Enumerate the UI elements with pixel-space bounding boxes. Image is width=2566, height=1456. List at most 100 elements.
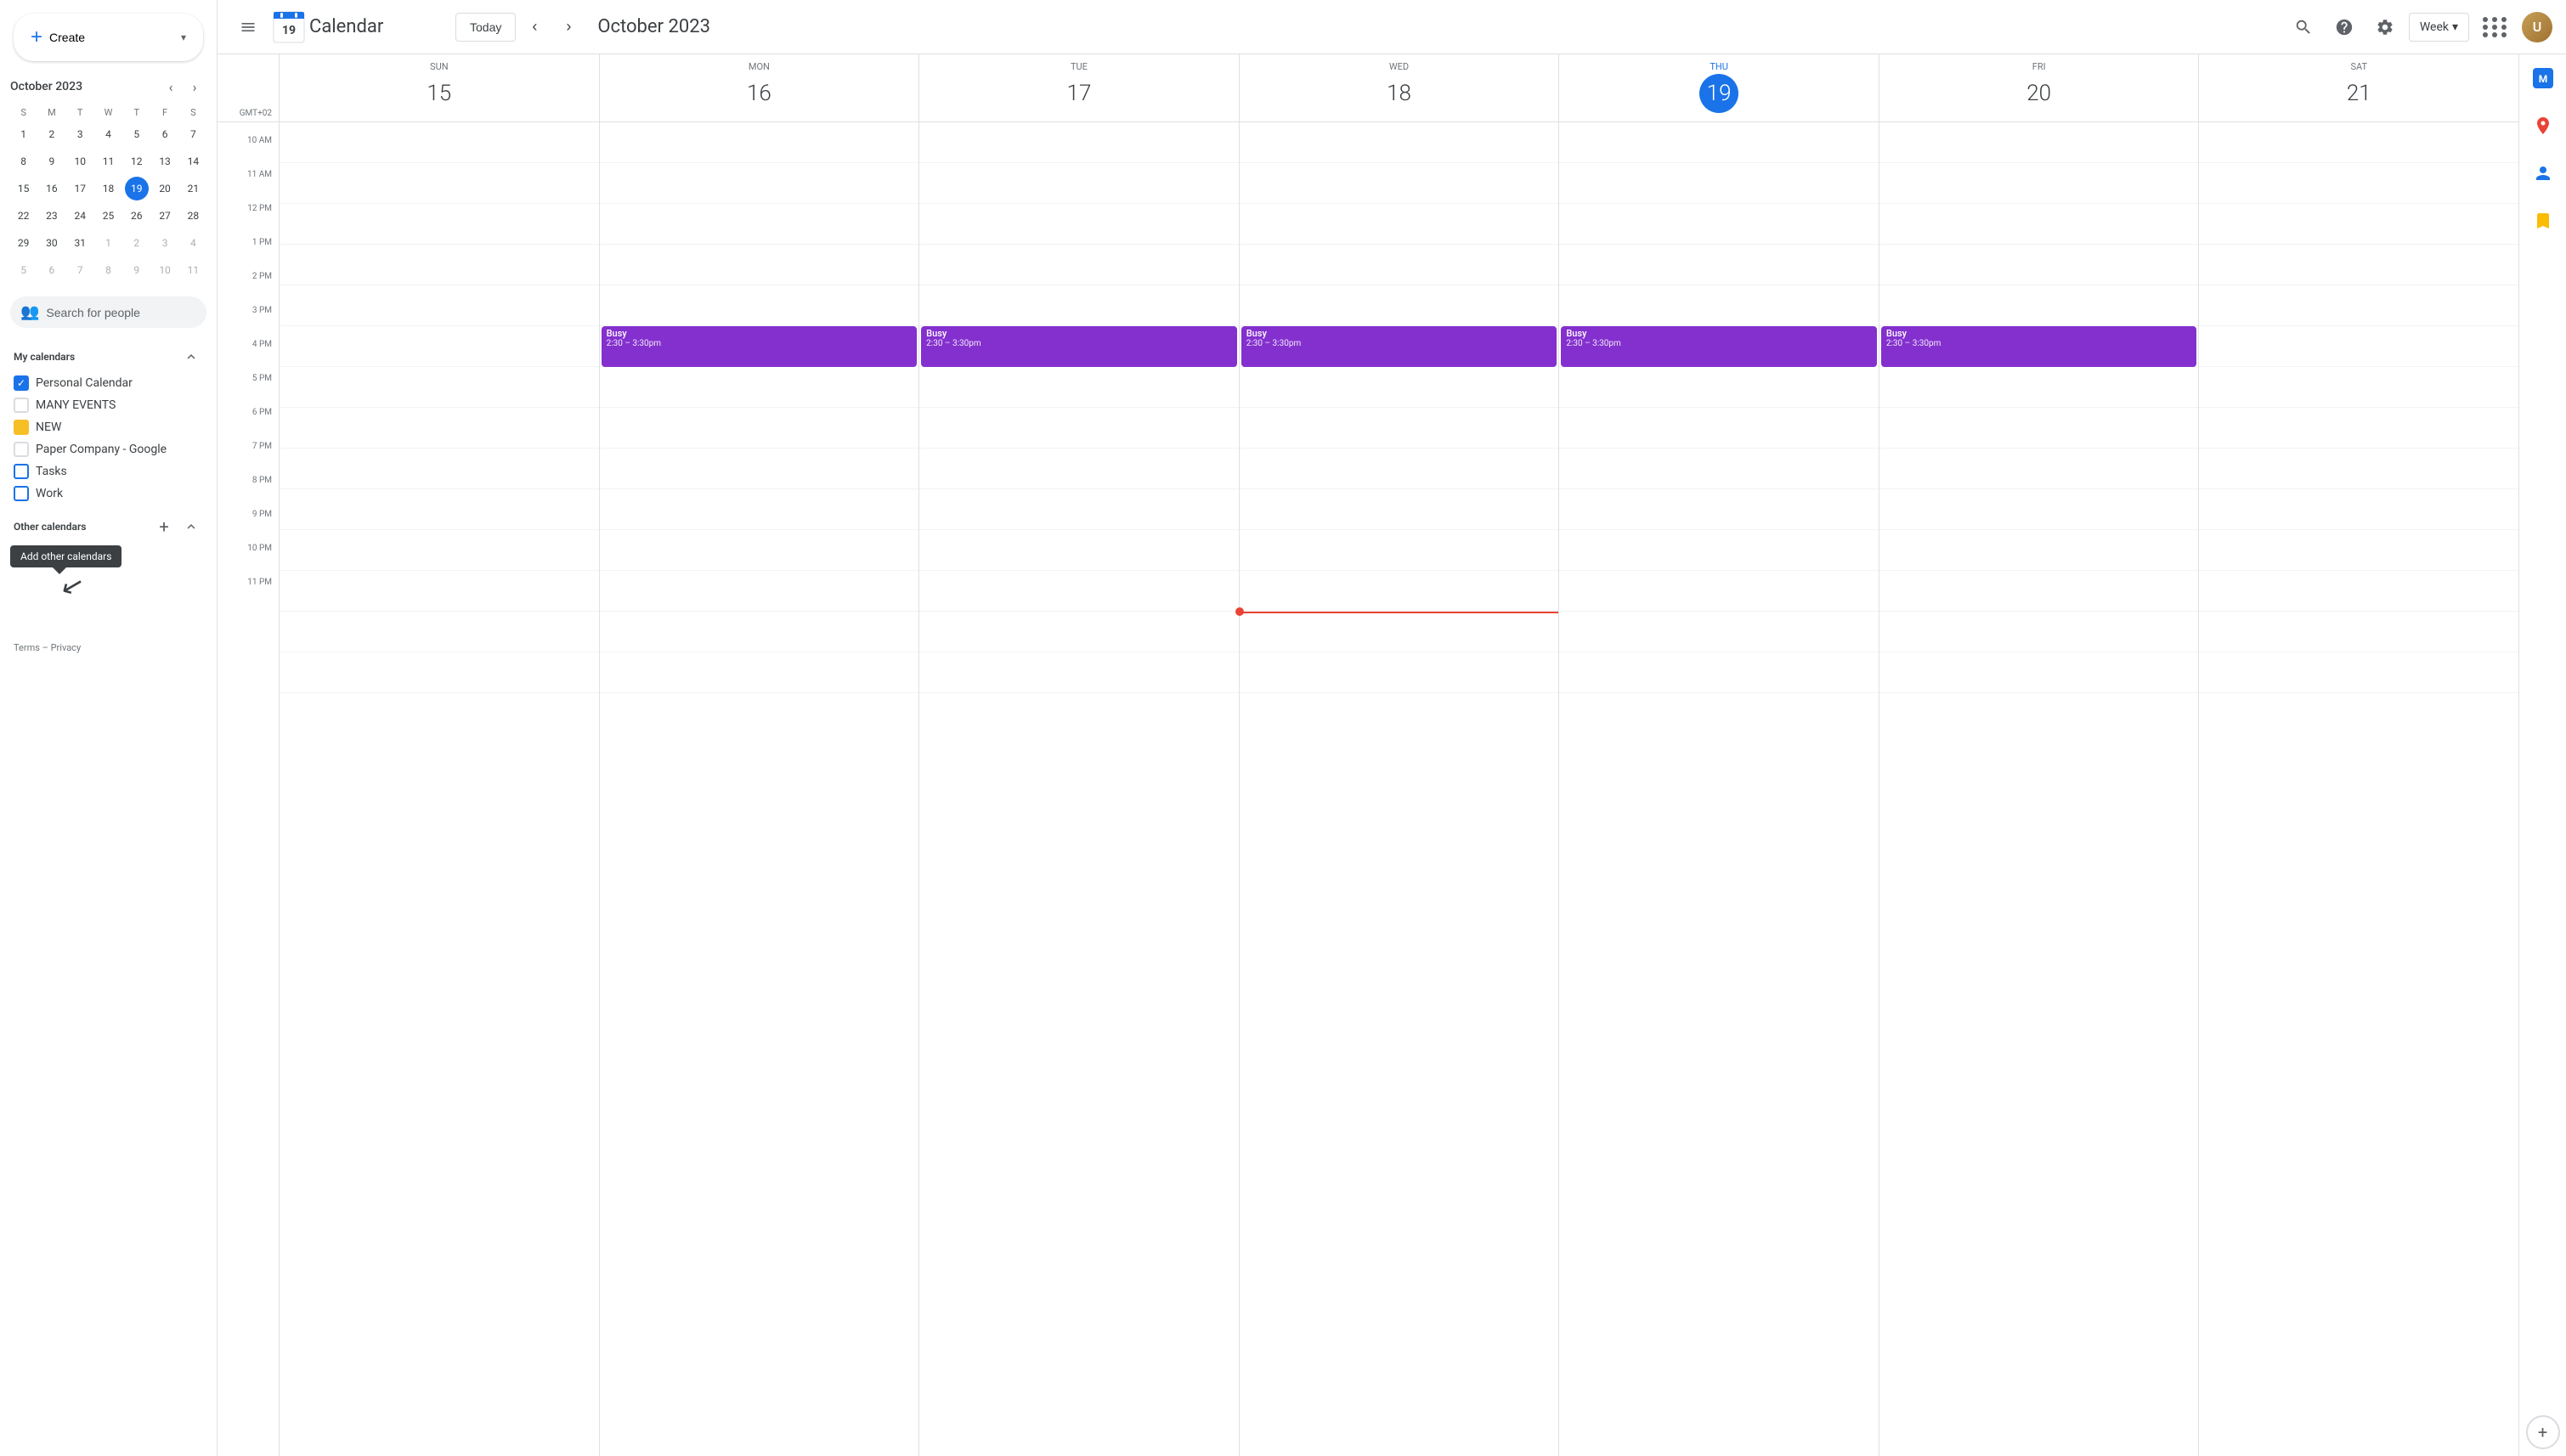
- terms-link[interactable]: Terms: [14, 642, 40, 653]
- mini-day[interactable]: 29: [12, 231, 36, 255]
- view-chevron-icon: ▾: [2452, 20, 2458, 34]
- mini-day[interactable]: 5: [12, 258, 36, 282]
- mini-day[interactable]: 4: [96, 122, 120, 146]
- mini-day[interactable]: 2: [40, 122, 64, 146]
- calendar-checkbox[interactable]: [14, 486, 29, 501]
- hamburger-menu[interactable]: [231, 10, 265, 44]
- day-header-tue[interactable]: TUE 17: [918, 54, 1239, 121]
- mini-day[interactable]: 3: [153, 231, 177, 255]
- calendar-checkbox[interactable]: ✓: [14, 375, 29, 391]
- calendar-item-paper[interactable]: Paper Company - Google: [0, 438, 217, 460]
- contacts-icon[interactable]: [2526, 156, 2560, 190]
- mini-day[interactable]: 23: [40, 204, 64, 228]
- privacy-link[interactable]: Privacy: [51, 642, 82, 653]
- mini-day-today[interactable]: 19: [125, 177, 149, 200]
- mini-day[interactable]: 10: [68, 150, 92, 173]
- user-avatar[interactable]: U: [2522, 12, 2552, 42]
- calendar-item-new[interactable]: NEW: [0, 416, 217, 438]
- calendar-item-work[interactable]: Work: [0, 483, 217, 505]
- calendar-label: NEW: [36, 420, 61, 434]
- view-selector[interactable]: Week ▾: [2409, 13, 2469, 42]
- mini-day[interactable]: 24: [68, 204, 92, 228]
- mini-day[interactable]: 25: [96, 204, 120, 228]
- mini-day[interactable]: 14: [181, 150, 205, 173]
- prev-week-button[interactable]: ‹: [519, 12, 550, 42]
- day-header-fri[interactable]: FRI 20: [1879, 54, 2199, 121]
- mini-day[interactable]: 20: [153, 177, 177, 200]
- mini-day[interactable]: 3: [68, 122, 92, 146]
- mini-day[interactable]: 11: [96, 150, 120, 173]
- my-calendars-collapse[interactable]: [179, 345, 203, 369]
- add-other-calendars-button[interactable]: +: [152, 515, 176, 539]
- mini-day[interactable]: 9: [40, 150, 64, 173]
- today-button[interactable]: Today: [455, 13, 516, 42]
- calendar-item-personal[interactable]: ✓ Personal Calendar: [0, 372, 217, 394]
- apps-button[interactable]: [2476, 10, 2515, 44]
- day-header-sun[interactable]: SUN 15: [279, 54, 599, 121]
- add-apps-button[interactable]: +: [2526, 1415, 2560, 1449]
- mini-day[interactable]: 27: [153, 204, 177, 228]
- day-column-thu[interactable]: Busy 2:30 – 3:30pm: [1558, 122, 1879, 1456]
- mini-day[interactable]: 2: [125, 231, 149, 255]
- mini-day[interactable]: 6: [153, 122, 177, 146]
- mini-day[interactable]: 10: [153, 258, 177, 282]
- settings-button[interactable]: [2368, 10, 2402, 44]
- mini-next-button[interactable]: ›: [183, 75, 206, 99]
- apps-dot: [2501, 25, 2507, 30]
- mini-day[interactable]: 7: [68, 258, 92, 282]
- mini-day[interactable]: 8: [96, 258, 120, 282]
- day-column-sun[interactable]: [279, 122, 599, 1456]
- mini-day[interactable]: 15: [12, 177, 36, 200]
- mini-day[interactable]: 1: [12, 122, 36, 146]
- calendar-item-tasks[interactable]: Tasks: [0, 460, 217, 483]
- day-column-sat[interactable]: [2198, 122, 2518, 1456]
- calendar-item-many[interactable]: MANY EVENTS: [0, 394, 217, 416]
- mini-day[interactable]: 13: [153, 150, 177, 173]
- calendar-checkbox[interactable]: [14, 398, 29, 413]
- day-column-wed[interactable]: Busy 2:30 – 3:30pm: [1239, 122, 1559, 1456]
- mini-day[interactable]: 22: [12, 204, 36, 228]
- calendar-checkbox[interactable]: [14, 464, 29, 479]
- meet-icon[interactable]: M: [2526, 61, 2560, 95]
- mini-day[interactable]: 4: [181, 231, 205, 255]
- calendar-checkbox[interactable]: [14, 442, 29, 457]
- mini-day[interactable]: 17: [68, 177, 92, 200]
- mini-day[interactable]: 6: [40, 258, 64, 282]
- day-header-thu[interactable]: THU 19: [1558, 54, 1879, 121]
- day-column-mon[interactable]: Busy 2:30 – 3:30pm: [599, 122, 919, 1456]
- event-busy-mon[interactable]: Busy 2:30 – 3:30pm: [602, 326, 918, 367]
- mini-day[interactable]: 26: [125, 204, 149, 228]
- mini-day[interactable]: 31: [68, 231, 92, 255]
- day-column-tue[interactable]: Busy 2:30 – 3:30pm: [918, 122, 1239, 1456]
- mini-day[interactable]: 8: [12, 150, 36, 173]
- mini-day[interactable]: 12: [125, 150, 149, 173]
- day-column-fri[interactable]: Busy 2:30 – 3:30pm: [1879, 122, 2199, 1456]
- mini-day[interactable]: 16: [40, 177, 64, 200]
- day-header-mon[interactable]: MON 16: [599, 54, 919, 121]
- mini-day[interactable]: 1: [96, 231, 120, 255]
- calendar-checkbox[interactable]: [14, 420, 29, 435]
- mini-day[interactable]: 28: [181, 204, 205, 228]
- event-busy-fri[interactable]: Busy 2:30 – 3:30pm: [1881, 326, 2197, 367]
- create-button[interactable]: + Create ▾: [14, 14, 203, 61]
- search-people-button[interactable]: 👥 Search for people: [10, 296, 206, 328]
- mini-day[interactable]: 21: [181, 177, 205, 200]
- bookmark-icon[interactable]: [2526, 204, 2560, 238]
- event-busy-tue[interactable]: Busy 2:30 – 3:30pm: [921, 326, 1237, 367]
- next-week-button[interactable]: ›: [553, 12, 584, 42]
- help-button[interactable]: [2327, 10, 2361, 44]
- mini-prev-button[interactable]: ‹: [159, 75, 183, 99]
- other-calendars-collapse[interactable]: [179, 515, 203, 539]
- day-header-wed[interactable]: WED 18: [1239, 54, 1559, 121]
- mini-day[interactable]: 18: [96, 177, 120, 200]
- event-busy-wed[interactable]: Busy 2:30 – 3:30pm: [1241, 326, 1557, 367]
- mini-day[interactable]: 5: [125, 122, 149, 146]
- mini-day[interactable]: 9: [125, 258, 149, 282]
- maps-icon[interactable]: [2526, 109, 2560, 143]
- day-header-sat[interactable]: SAT 21: [2198, 54, 2518, 121]
- mini-day[interactable]: 7: [181, 122, 205, 146]
- mini-day[interactable]: 11: [181, 258, 205, 282]
- event-busy-thu[interactable]: Busy 2:30 – 3:30pm: [1561, 326, 1877, 367]
- mini-day[interactable]: 30: [40, 231, 64, 255]
- search-button[interactable]: [2286, 10, 2320, 44]
